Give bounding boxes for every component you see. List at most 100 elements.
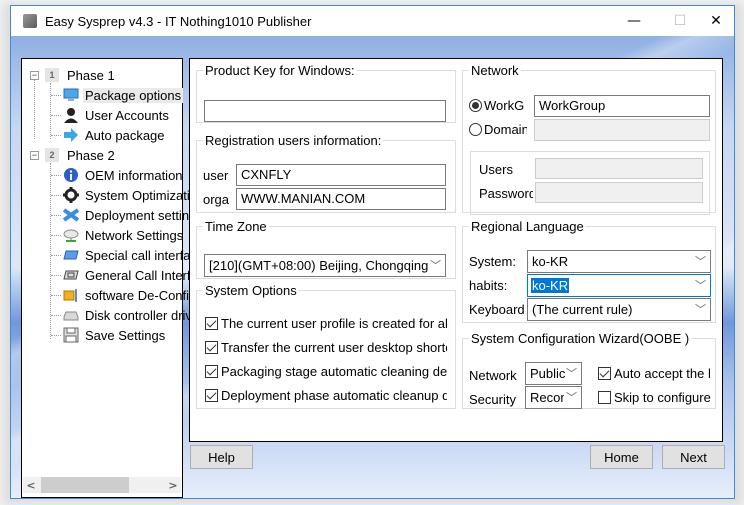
tree-item-package-options[interactable]: Package options — [51, 85, 184, 105]
tree-phase-2[interactable]: − 2 Phase 2 — [30, 145, 117, 165]
option-checkbox[interactable]: The current user profile is created for … — [205, 316, 447, 331]
skip-configure-checkbox[interactable]: Skip to configure — [598, 390, 711, 405]
network-legend: Network — [471, 63, 519, 78]
tree-item-system-optimization[interactable]: System Optimization — [51, 185, 206, 205]
system-language-select[interactable]: ko-KR ﹀ — [527, 250, 711, 273]
package-options-panel: Product Key for Windows: Registration us… — [189, 58, 723, 442]
users-label: Users — [479, 162, 513, 177]
tree-phase-label: Phase 2 — [67, 147, 115, 163]
minimize-button[interactable]: — — [611, 6, 657, 36]
home-button[interactable]: Home — [590, 445, 653, 469]
tree-item-network-settings[interactable]: Network Settings — [51, 225, 185, 245]
option-checkbox[interactable]: Packaging stage automatic cleaning devic… — [205, 364, 447, 379]
organization-input[interactable]: WWW.MANIAN.COM — [236, 188, 446, 210]
tree-item-user-accounts[interactable]: User Accounts — [51, 105, 171, 125]
phase-number-badge: 2 — [45, 148, 59, 162]
scroll-left-icon[interactable]: < — [23, 477, 39, 493]
user-label: user — [203, 168, 229, 183]
title-bar[interactable]: Easy Sysprep v4.3 - IT Nothing1010 Publi… — [11, 6, 734, 36]
domain-credentials-box: Users Password — [470, 151, 710, 215]
user-input[interactable]: CXNFLY — [236, 164, 446, 186]
monitor-icon — [63, 87, 79, 103]
keyboard-label: Keyboard — [469, 302, 525, 317]
time-zone-legend: Time Zone — [205, 219, 267, 234]
tree-horizontal-scrollbar[interactable]: < > — [23, 477, 181, 493]
keyboard-select[interactable]: (The current rule) ﹀ — [527, 298, 711, 321]
time-zone-group: Time Zone [210](GMT+08:00) Beijing, Chon… — [196, 219, 456, 279]
gear-icon — [63, 187, 79, 203]
collapse-icon[interactable]: − — [30, 70, 39, 80]
radio-unselected-icon — [469, 123, 482, 136]
workgroup-input[interactable]: WorkGroup — [534, 95, 710, 117]
client-area: − 1 Phase 1 Package options User Account… — [11, 36, 734, 498]
tree-item-auto-package[interactable]: Auto package — [51, 125, 167, 145]
tree-item-special-call-interface[interactable]: Special call interface — [51, 245, 206, 265]
tree-phase-label: Phase 1 — [67, 67, 115, 83]
network-cloud-icon — [63, 227, 79, 243]
chevron-down-icon: ﹀ — [695, 280, 706, 292]
registration-group: Registration users information: user CXN… — [196, 133, 456, 213]
domain-password-input[interactable] — [535, 182, 703, 203]
tree-item-disk-controller-driver[interactable]: Disk controller driver — [51, 305, 205, 325]
time-zone-select[interactable]: [210](GMT+08:00) Beijing, Chongqing ﹀ — [204, 254, 446, 277]
chevron-down-icon: ﹀ — [430, 260, 441, 272]
org-label: orga — [203, 192, 230, 207]
chevron-down-icon: ﹀ — [695, 256, 706, 268]
oobe-security-select[interactable]: Recommended ﹀ — [525, 386, 582, 409]
tree-item-save-settings[interactable]: Save Settings — [51, 325, 167, 345]
option-checkbox[interactable]: Transfer the current user desktop shortc… — [205, 340, 447, 355]
oobe-group: System Configuration Wizard(OOBE ) Netwo… — [462, 331, 716, 409]
system-language-label: System: — [469, 254, 516, 269]
app-window: Easy Sysprep v4.3 - IT Nothing1010 Publi… — [10, 5, 735, 499]
scrollbar-thumb[interactable] — [41, 477, 129, 493]
close-button[interactable]: ✕ — [693, 6, 734, 36]
chevron-down-icon: ﹀ — [566, 368, 577, 380]
network-group: Network WorkG WorkGroup Domain Users Pas… — [462, 63, 716, 215]
registration-legend: Registration users information: — [205, 133, 382, 148]
user-icon — [63, 107, 79, 123]
domain-users-input[interactable] — [535, 158, 703, 179]
help-button[interactable]: Help — [190, 445, 253, 469]
navigation-tree: − 1 Phase 1 Package options User Account… — [21, 58, 236, 498]
checkbox-checked-icon — [205, 317, 218, 330]
checkbox-checked-icon — [205, 341, 218, 354]
checkbox-unchecked-icon — [598, 391, 611, 404]
tree-item-deployment-settings[interactable]: Deployment settings — [51, 205, 205, 225]
product-key-legend: Product Key for Windows: — [205, 63, 355, 78]
disk-icon — [63, 307, 79, 323]
app-icon — [23, 14, 37, 28]
oobe-security-label: Security — [469, 392, 516, 407]
oobe-network-select[interactable]: Public ﹀ — [525, 362, 582, 385]
next-button[interactable]: Next — [662, 445, 725, 469]
option-checkbox[interactable]: Deployment phase automatic cleanup drive… — [205, 388, 447, 403]
product-key-group: Product Key for Windows: — [196, 63, 456, 123]
domain-input[interactable] — [534, 119, 710, 141]
tree-phase-1[interactable]: − 1 Phase 1 — [30, 65, 117, 85]
habits-label: habits: — [469, 278, 508, 293]
oobe-legend: System Configuration Wizard(OOBE ) — [471, 331, 690, 346]
chevron-down-icon: ﹀ — [566, 392, 577, 404]
habits-select[interactable]: ko-KR ﹀ — [527, 274, 711, 297]
regional-language-group: Regional Language System: ko-KR ﹀ habits… — [462, 219, 716, 323]
system-options-legend: System Options — [205, 283, 297, 298]
tree-line — [34, 79, 35, 139]
domain-radio[interactable]: Domain — [469, 122, 527, 137]
deploy-icon — [63, 207, 79, 223]
chevron-down-icon: ﹀ — [695, 304, 706, 316]
window-title: Easy Sysprep v4.3 - IT Nothing1010 Publi… — [45, 13, 312, 29]
checkbox-checked-icon — [205, 389, 218, 402]
save-icon — [63, 327, 79, 343]
collapse-icon[interactable]: − — [30, 150, 39, 160]
product-key-input[interactable] — [204, 100, 446, 122]
tree-item-oem-information[interactable]: OEM information — [51, 165, 185, 185]
regional-language-legend: Regional Language — [471, 219, 584, 234]
workgroup-radio[interactable]: WorkG — [469, 98, 527, 113]
checkbox-checked-icon — [205, 365, 218, 378]
checkbox-checked-icon — [598, 367, 611, 380]
window-blue-icon — [63, 247, 79, 263]
arrow-right-icon — [63, 127, 79, 143]
auto-accept-license-checkbox[interactable]: Auto accept the license — [598, 366, 711, 381]
password-label: Password — [479, 186, 533, 201]
scroll-right-icon[interactable]: > — [165, 477, 181, 493]
info-icon — [63, 167, 79, 183]
